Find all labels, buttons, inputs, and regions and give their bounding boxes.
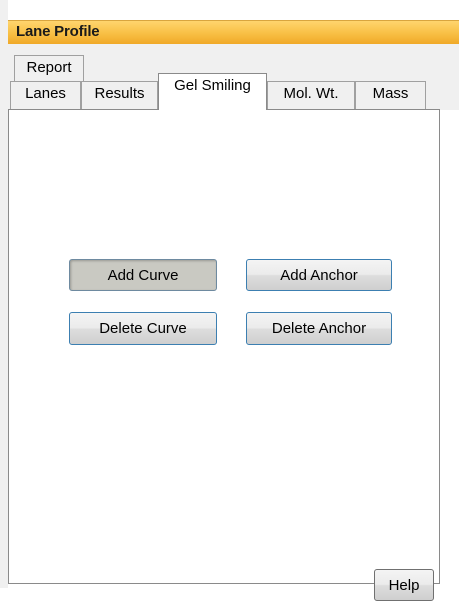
tab-gel-smiling[interactable]: Gel Smiling bbox=[158, 73, 267, 110]
tab-report[interactable]: Report bbox=[14, 55, 84, 81]
tab-results[interactable]: Results bbox=[81, 81, 158, 110]
tab-report-label: Report bbox=[26, 59, 72, 76]
add-curve-button[interactable]: Add Curve bbox=[69, 259, 217, 291]
lane-profile-window: Lane Profile Report Lanes Results Gel Sm… bbox=[0, 0, 459, 601]
title-bar: Lane Profile bbox=[8, 20, 459, 45]
tab-gel-smiling-label: Gel Smiling bbox=[174, 77, 251, 94]
tab-lanes[interactable]: Lanes bbox=[10, 81, 81, 110]
tab-mol-wt[interactable]: Mol. Wt. bbox=[267, 81, 355, 110]
tab-mol-wt-label: Mol. Wt. bbox=[283, 85, 339, 102]
tab-mass-label: Mass bbox=[372, 85, 409, 102]
window-left-edge bbox=[0, 0, 8, 588]
tab-results-label: Results bbox=[94, 85, 145, 102]
delete-anchor-button[interactable]: Delete Anchor bbox=[246, 312, 392, 345]
tab-lanes-label: Lanes bbox=[25, 85, 66, 102]
window-title: Lane Profile bbox=[16, 23, 100, 40]
delete-curve-button[interactable]: Delete Curve bbox=[69, 312, 217, 345]
help-button[interactable]: Help bbox=[374, 569, 434, 601]
add-anchor-button[interactable]: Add Anchor bbox=[246, 259, 392, 291]
tab-mass[interactable]: Mass bbox=[355, 81, 426, 110]
gel-smiling-panel bbox=[8, 109, 440, 584]
